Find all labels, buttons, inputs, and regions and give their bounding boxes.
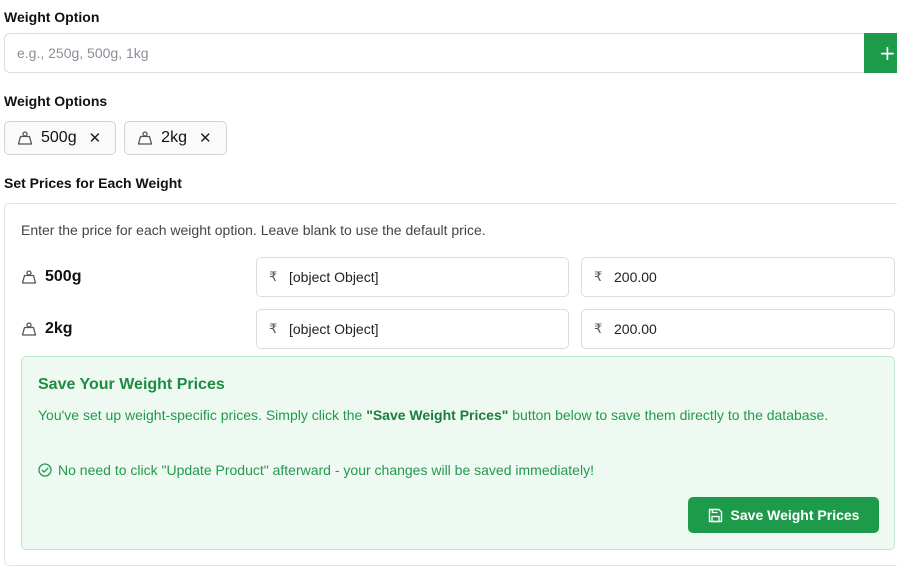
rupee-icon: ₹ bbox=[594, 321, 603, 337]
weight-chip-2kg: 2kg ✕ bbox=[124, 121, 227, 155]
weight-options-label: Weight Options bbox=[4, 93, 108, 109]
default-price-value: 200.00 bbox=[614, 321, 657, 337]
price-row-weight: 500g bbox=[45, 268, 82, 285]
save-weight-prices-button[interactable]: Save Weight Prices bbox=[688, 497, 879, 533]
add-weight-button[interactable]: + bbox=[864, 33, 897, 73]
notice-note-text: No need to click "Update Product" afterw… bbox=[58, 462, 594, 478]
save-icon bbox=[708, 508, 722, 522]
notice-note: No need to click "Update Product" afterw… bbox=[38, 462, 594, 478]
save-button-label: Save Weight Prices bbox=[730, 507, 860, 523]
chip-label: 500g bbox=[41, 129, 77, 146]
weight-price-input[interactable]: ₹ [object Object] bbox=[256, 257, 569, 297]
weight-option-label: Weight Option bbox=[4, 9, 100, 25]
weight-option-input[interactable] bbox=[4, 33, 865, 73]
remove-chip-icon[interactable]: ✕ bbox=[199, 129, 212, 147]
weight-icon bbox=[21, 270, 37, 284]
default-price-value: 200.00 bbox=[614, 269, 657, 285]
save-prices-notice: Save Your Weight Prices You've set up we… bbox=[21, 356, 895, 550]
rupee-icon: ₹ bbox=[269, 321, 278, 337]
prices-description: Enter the price for each weight option. … bbox=[21, 222, 486, 238]
price-row-label: 2kg bbox=[21, 309, 73, 349]
weight-chip-500g: 500g ✕ bbox=[4, 121, 117, 155]
weight-option-input-row: + bbox=[4, 33, 897, 73]
weight-icon bbox=[21, 322, 37, 336]
price-row-500g: 500g ₹ [object Object] ₹ 200.00 bbox=[21, 257, 897, 297]
default-price-input[interactable]: ₹ 200.00 bbox=[581, 309, 895, 349]
notice-body-emphasis: "Save Weight Prices" bbox=[366, 407, 509, 423]
chip-label: 2kg bbox=[161, 129, 187, 146]
weight-price-value: [object Object] bbox=[289, 269, 379, 285]
weight-price-value: [object Object] bbox=[289, 321, 379, 337]
notice-body-text-end: button below to save them directly to th… bbox=[508, 407, 829, 423]
notice-body: You've set up weight-specific prices. Si… bbox=[38, 405, 868, 426]
rupee-icon: ₹ bbox=[594, 269, 603, 285]
prices-panel: Enter the price for each weight option. … bbox=[4, 203, 897, 566]
weight-price-input[interactable]: ₹ [object Object] bbox=[256, 309, 569, 349]
remove-chip-icon[interactable]: ✕ bbox=[89, 129, 102, 147]
weight-icon bbox=[17, 131, 33, 145]
check-circle-icon bbox=[38, 463, 52, 477]
notice-body-text: You've set up weight-specific prices. Si… bbox=[38, 407, 367, 423]
price-row-weight: 2kg bbox=[45, 320, 73, 337]
notice-title: Save Your Weight Prices bbox=[38, 376, 225, 393]
price-row-label: 500g bbox=[21, 257, 81, 297]
rupee-icon: ₹ bbox=[269, 269, 278, 285]
set-prices-label: Set Prices for Each Weight bbox=[4, 175, 182, 191]
weight-chips: 500g ✕ 2kg ✕ bbox=[4, 121, 227, 155]
price-row-2kg: 2kg ₹ [object Object] ₹ 200.00 bbox=[21, 309, 897, 349]
weight-icon bbox=[138, 131, 153, 145]
default-price-input[interactable]: ₹ 200.00 bbox=[581, 257, 895, 297]
